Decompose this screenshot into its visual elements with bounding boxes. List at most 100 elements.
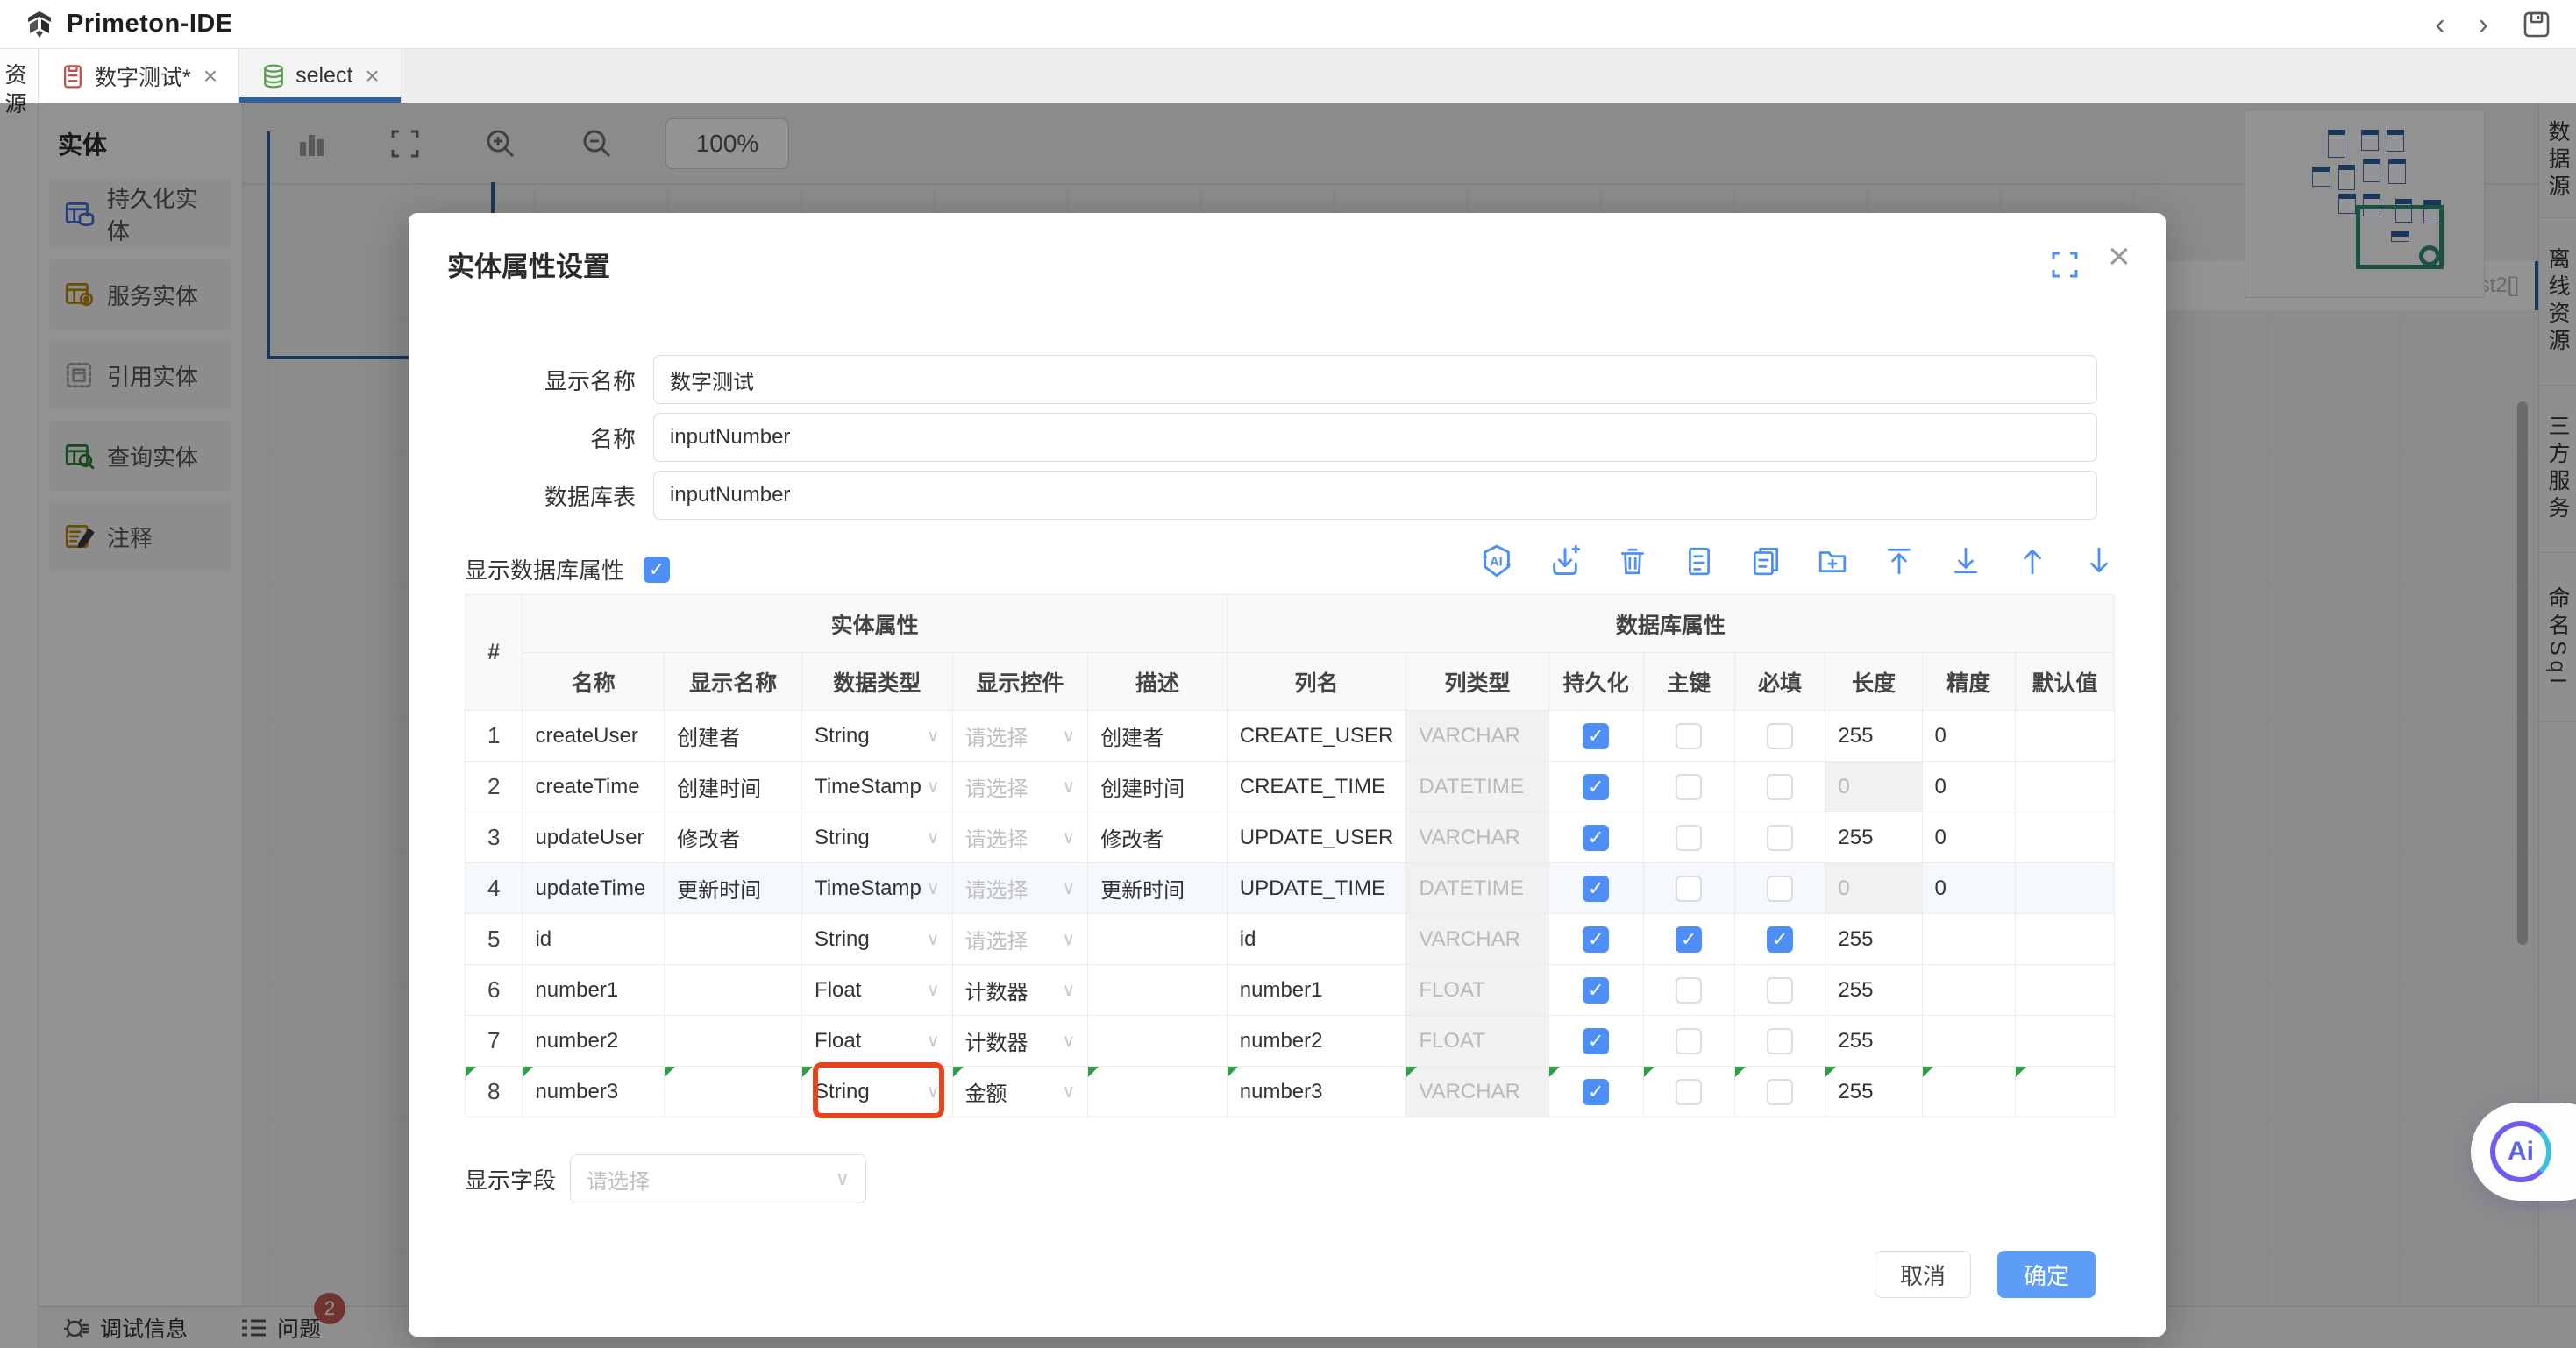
- column-name-cell[interactable]: UPDATE_TIME: [1227, 863, 1406, 914]
- persist-checkbox[interactable]: ✓: [1583, 977, 1609, 1004]
- import-icon[interactable]: [1548, 544, 1582, 578]
- folder-add-icon[interactable]: [1817, 545, 1848, 577]
- editor-tab-1[interactable]: 数字测试* ×: [39, 49, 239, 103]
- widget-select[interactable]: 请选择∨: [965, 822, 1076, 853]
- show-db-props-checkbox[interactable]: ✓: [644, 557, 670, 583]
- widget-select[interactable]: 请选择∨: [965, 873, 1076, 904]
- name-cell[interactable]: updateUser: [523, 812, 665, 863]
- data-type-select[interactable]: TimeStamp∨: [815, 775, 939, 799]
- description-cell[interactable]: [1088, 914, 1228, 965]
- default-value-cell[interactable]: [2015, 812, 2114, 863]
- precision-cell[interactable]: 0: [1922, 762, 2015, 812]
- default-value-cell[interactable]: [2015, 863, 2114, 914]
- required-checkbox[interactable]: [1767, 723, 1793, 749]
- display-name-cell[interactable]: 更新时间: [665, 863, 802, 914]
- description-cell[interactable]: [1088, 965, 1228, 1016]
- widget-select[interactable]: 请选择∨: [965, 771, 1076, 802]
- editor-tab-2[interactable]: select ×: [239, 49, 402, 103]
- document-icon[interactable]: [1683, 545, 1715, 577]
- ai-assistant-button[interactable]: Ai: [2471, 1103, 2576, 1201]
- required-checkbox[interactable]: [1767, 825, 1793, 851]
- length-cell[interactable]: 255: [1825, 812, 1922, 863]
- column-name-cell[interactable]: id: [1227, 914, 1406, 965]
- name-cell[interactable]: createUser: [523, 711, 665, 762]
- nav-forward-icon[interactable]: ›: [2479, 10, 2488, 39]
- length-cell[interactable]: 255: [1825, 1016, 1922, 1067]
- persist-checkbox[interactable]: ✓: [1583, 1028, 1609, 1054]
- required-checkbox[interactable]: [1767, 876, 1793, 902]
- move-top-icon[interactable]: [1883, 545, 1915, 577]
- primary-key-checkbox[interactable]: [1676, 977, 1702, 1004]
- move-down-icon[interactable]: [2083, 545, 2115, 577]
- description-cell[interactable]: 创建时间: [1088, 762, 1228, 812]
- required-checkbox[interactable]: ✓: [1767, 926, 1793, 953]
- length-cell[interactable]: 255: [1825, 1067, 1922, 1117]
- data-type-select[interactable]: String∨: [815, 724, 939, 748]
- primary-key-checkbox[interactable]: [1676, 876, 1702, 902]
- description-cell[interactable]: 修改者: [1088, 812, 1228, 863]
- close-tab-icon[interactable]: ×: [365, 62, 379, 90]
- persist-checkbox[interactable]: ✓: [1583, 723, 1609, 749]
- move-up-icon[interactable]: [2017, 545, 2048, 577]
- precision-cell[interactable]: [1922, 965, 2015, 1016]
- column-name-cell[interactable]: number1: [1227, 965, 1406, 1016]
- widget-select[interactable]: 金额∨: [965, 1076, 1076, 1107]
- cancel-button[interactable]: 取消: [1875, 1251, 1971, 1298]
- ai-icon[interactable]: AI: [1480, 544, 1513, 578]
- data-type-select[interactable]: String∨: [815, 826, 939, 850]
- display-name-cell[interactable]: [665, 1067, 802, 1117]
- save-icon[interactable]: [2522, 10, 2551, 39]
- data-type-select[interactable]: String∨: [815, 927, 939, 952]
- column-name-cell[interactable]: UPDATE_USER: [1227, 812, 1406, 863]
- required-checkbox[interactable]: [1767, 1079, 1793, 1105]
- precision-cell[interactable]: 0: [1922, 812, 2015, 863]
- column-name-cell[interactable]: CREATE_TIME: [1227, 762, 1406, 812]
- description-cell[interactable]: 更新时间: [1088, 863, 1228, 914]
- data-type-select[interactable]: Float∨: [815, 1029, 939, 1054]
- display-name-cell[interactable]: [665, 965, 802, 1016]
- name-cell[interactable]: number3: [523, 1067, 665, 1117]
- widget-select[interactable]: 计数器∨: [965, 975, 1076, 1005]
- required-checkbox[interactable]: [1767, 977, 1793, 1004]
- column-name-cell[interactable]: number2: [1227, 1016, 1406, 1067]
- column-name-cell[interactable]: CREATE_USER: [1227, 711, 1406, 762]
- primary-key-checkbox[interactable]: [1676, 825, 1702, 851]
- persist-checkbox[interactable]: ✓: [1583, 876, 1609, 902]
- persist-checkbox[interactable]: ✓: [1583, 926, 1609, 953]
- persist-checkbox[interactable]: ✓: [1583, 1079, 1609, 1105]
- length-cell[interactable]: 0: [1825, 762, 1922, 812]
- required-checkbox[interactable]: [1767, 1028, 1793, 1054]
- precision-cell[interactable]: [1922, 1016, 2015, 1067]
- default-value-cell[interactable]: [2015, 711, 2114, 762]
- close-tab-icon[interactable]: ×: [203, 62, 217, 90]
- default-value-cell[interactable]: [2015, 762, 2114, 812]
- primary-key-checkbox[interactable]: [1676, 774, 1702, 800]
- display-name-cell[interactable]: [665, 1016, 802, 1067]
- widget-select[interactable]: 计数器∨: [965, 1025, 1076, 1056]
- precision-cell[interactable]: 0: [1922, 863, 2015, 914]
- copy-icon[interactable]: [1750, 545, 1782, 577]
- primary-key-checkbox[interactable]: [1676, 1028, 1702, 1054]
- data-type-select[interactable]: TimeStamp∨: [815, 876, 939, 901]
- description-cell[interactable]: [1088, 1016, 1228, 1067]
- default-value-cell[interactable]: [2015, 965, 2114, 1016]
- precision-cell[interactable]: [1922, 914, 2015, 965]
- display-name-cell[interactable]: [665, 914, 802, 965]
- data-type-select[interactable]: Float∨: [815, 978, 939, 1003]
- widget-select[interactable]: 请选择∨: [965, 924, 1076, 954]
- maximize-dialog-icon[interactable]: [2050, 250, 2080, 280]
- display-field-select[interactable]: 请选择 ∨: [570, 1154, 866, 1203]
- field-input-1[interactable]: [653, 355, 2097, 404]
- display-name-cell[interactable]: 创建者: [665, 711, 802, 762]
- field-input-3[interactable]: [653, 471, 2097, 520]
- name-cell[interactable]: updateTime: [523, 863, 665, 914]
- name-cell[interactable]: id: [523, 914, 665, 965]
- column-name-cell[interactable]: number3: [1227, 1067, 1406, 1117]
- primary-key-checkbox[interactable]: [1676, 1079, 1702, 1105]
- description-cell[interactable]: [1088, 1067, 1228, 1117]
- length-cell[interactable]: 255: [1825, 965, 1922, 1016]
- trash-icon[interactable]: [1617, 545, 1648, 577]
- required-checkbox[interactable]: [1767, 774, 1793, 800]
- default-value-cell[interactable]: [2015, 1016, 2114, 1067]
- precision-cell[interactable]: 0: [1922, 711, 2015, 762]
